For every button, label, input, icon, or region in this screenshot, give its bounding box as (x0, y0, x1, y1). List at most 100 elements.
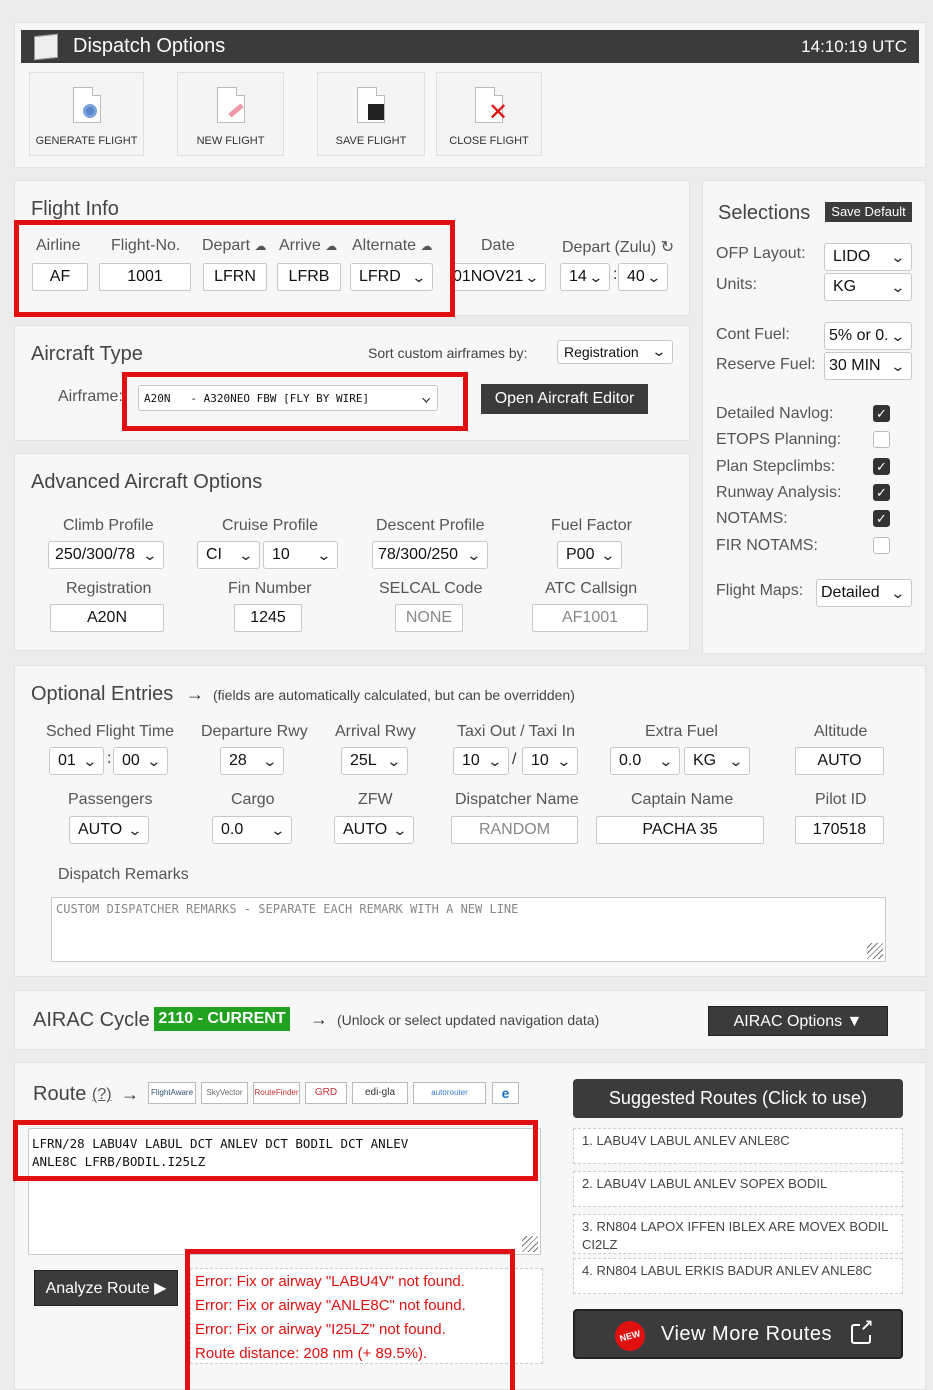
departure-rwy-label: Departure Rwy (201, 723, 308, 740)
save-default-button[interactable]: Save Default (825, 202, 912, 222)
chevron-down-icon: ⌄ (392, 822, 408, 838)
flight-maps-select[interactable]: Detailed ⌄ (816, 579, 912, 607)
descent-profile-select[interactable]: 78/300/250 ⌄ (372, 541, 488, 569)
floppy-disk-icon (357, 87, 385, 123)
resize-handle-icon[interactable] (867, 943, 883, 959)
chevron-down-icon: ⌄ (386, 753, 402, 769)
close-flight-button[interactable]: ✕ CLOSE FLIGHT (436, 72, 542, 156)
atc-callsign-input[interactable]: AF1001 (532, 604, 648, 632)
sort-airframes-select[interactable]: Registration ⌄ (557, 340, 673, 364)
captain-name-input[interactable]: PACHA 35 (596, 816, 764, 844)
grd-logo[interactable]: GRD (305, 1082, 347, 1104)
taxi-in-select[interactable]: 10 ⌄ (522, 747, 578, 775)
chevron-down-icon: ⌄ (890, 358, 906, 374)
close-document-icon: ✕ (475, 87, 508, 126)
route-help-link[interactable]: (?) (92, 1086, 112, 1104)
airac-options-button[interactable]: AIRAC Options ▼ (708, 1006, 888, 1036)
arrival-rwy-label: Arrival Rwy (335, 723, 416, 740)
arrow-icon: → (121, 1084, 139, 1104)
extra-fuel-select[interactable]: 0.0 ⌄ (610, 747, 680, 775)
selcal-code-input[interactable]: NONE (395, 604, 463, 632)
departure-rwy-select[interactable]: 28 ⌄ (220, 747, 284, 775)
generate-flight-button[interactable]: GENERATE FLIGHT (29, 72, 144, 156)
resize-handle-icon[interactable] (522, 1236, 538, 1252)
open-aircraft-editor-button[interactable]: Open Aircraft Editor (481, 384, 648, 414)
reserve-fuel-select[interactable]: 30 MIN ⌄ (824, 352, 912, 380)
new-flight-button[interactable]: NEW FLIGHT (177, 72, 284, 156)
plan-stepclimbs-label: Plan Stepclimbs: (716, 458, 836, 475)
cargo-select[interactable]: 0.0 ⌄ (212, 816, 292, 844)
depart-hour-select[interactable]: 14 ⌄ (560, 263, 610, 291)
zfw-select[interactable]: AUTO ⌄ (334, 816, 414, 844)
save-flight-button[interactable]: SAVE FLIGHT (317, 72, 425, 156)
edi-gla-logo[interactable]: edi-gla (352, 1082, 408, 1104)
chevron-down-icon: ⌄ (466, 547, 482, 563)
registration-input[interactable]: A20N (50, 604, 164, 632)
taxi-label: Taxi Out / Taxi In (457, 723, 575, 740)
fuel-factor-label: Fuel Factor (551, 517, 632, 534)
skyvector-logo[interactable]: SkyVector (201, 1082, 248, 1104)
passengers-select[interactable]: AUTO ⌄ (69, 816, 149, 844)
chevron-down-icon: ⌄ (127, 822, 143, 838)
dispatch-remarks-textarea[interactable]: CUSTOM DISPATCHER REMARKS - SEPARATE EAC… (51, 897, 886, 962)
fuel-factor-select[interactable]: P00 ⌄ (557, 541, 622, 569)
flightaware-logo[interactable]: FlightAware (148, 1082, 196, 1104)
altitude-label: Altitude (814, 723, 868, 740)
etops-planning-checkbox[interactable] (873, 431, 890, 448)
selcal-code-label: SELCAL Code (379, 580, 483, 597)
ofp-layout-select[interactable]: LIDO ⌄ (824, 243, 912, 271)
pilot-id-input[interactable]: 170518 (795, 816, 884, 844)
airframe-label: Airframe: (58, 388, 123, 405)
extra-fuel-unit-select[interactable]: KG ⌄ (684, 747, 750, 775)
climb-profile-select[interactable]: 250/300/78 ⌄ (48, 541, 164, 569)
plan-stepclimbs-checkbox[interactable]: ✓ (873, 458, 890, 475)
sched-hours-select[interactable]: 01 ⌄ (49, 747, 104, 775)
view-more-routes-button[interactable]: NEW View More Routes ↗ (573, 1309, 903, 1359)
arrival-rwy-select[interactable]: 25L ⌄ (341, 747, 408, 775)
dispatcher-name-input[interactable]: RANDOM (451, 816, 578, 844)
chevron-down-icon: ⌄ (728, 753, 744, 769)
cruise-mode-select[interactable]: CI ⌄ (197, 541, 260, 569)
annotation-box-route (13, 1120, 538, 1181)
descent-profile-label: Descent Profile (376, 517, 485, 534)
registration-label: Registration (66, 580, 152, 597)
detailed-navlog-label: Detailed Navlog: (716, 405, 834, 422)
suggested-route-3[interactable]: 3. RN804 LAPOX IFFEN IBLEX ARE MOVEX BOD… (573, 1214, 903, 1254)
cont-fuel-select[interactable]: 5% or 0. ⌄ (824, 322, 912, 350)
analyze-route-button[interactable]: Analyze Route ▶ (34, 1270, 178, 1306)
fin-number-input[interactable]: 1245 (234, 604, 302, 632)
annotation-box-flight-info (14, 220, 455, 317)
annotation-box-airframe (122, 372, 468, 431)
altitude-input[interactable]: AUTO (795, 747, 884, 775)
pilot-id-label: Pilot ID (815, 791, 867, 808)
suggested-route-4[interactable]: 4. RN804 LABUL ERKIS BADUR ANLEV ANLE8C (573, 1258, 903, 1294)
chevron-down-icon: ⌄ (142, 547, 158, 563)
chevron-down-icon: ⌄ (82, 753, 98, 769)
detailed-navlog-checkbox[interactable]: ✓ (873, 405, 890, 422)
extra-fuel-label: Extra Fuel (645, 723, 718, 740)
notams-checkbox[interactable]: ✓ (873, 510, 890, 527)
cruise-value-select[interactable]: 10 ⌄ (263, 541, 338, 569)
airac-note: (Unlock or select updated navigation dat… (337, 1012, 600, 1028)
date-select[interactable]: 01NOV21 ⌄ (450, 263, 546, 291)
notams-label: NOTAMS: (716, 510, 788, 527)
fir-notams-checkbox[interactable] (873, 537, 890, 554)
routefinder-logo[interactable]: RouteFinder (253, 1082, 300, 1104)
fir-notams-label: FIR NOTAMS: (716, 537, 818, 554)
autorouter-logo[interactable]: autorouter (413, 1082, 486, 1104)
optional-entries-title: Optional Entries (31, 683, 174, 705)
taxi-out-select[interactable]: 10 ⌄ (453, 747, 509, 775)
suggested-route-1[interactable]: 1. LABU4V LABUL ANLEV ANLE8C (573, 1128, 903, 1164)
units-select[interactable]: KG ⌄ (824, 273, 912, 301)
suggested-route-2[interactable]: 2. LABU4V LABUL ANLEV SOPEX BODIL (573, 1171, 903, 1207)
runway-analysis-checkbox[interactable]: ✓ (873, 484, 890, 501)
chevron-down-icon: ⌄ (890, 279, 906, 295)
chevron-down-icon: ⌄ (588, 269, 604, 285)
depart-minute-select[interactable]: 40 ⌄ (618, 263, 668, 291)
refresh-icon[interactable]: ↻ (661, 239, 674, 256)
fin-number-label: Fin Number (228, 580, 312, 597)
zfw-label: ZFW (358, 791, 393, 808)
sched-minutes-select[interactable]: 00 ⌄ (113, 747, 168, 775)
e-logo[interactable]: e (492, 1082, 519, 1104)
date-label: Date (481, 237, 515, 254)
